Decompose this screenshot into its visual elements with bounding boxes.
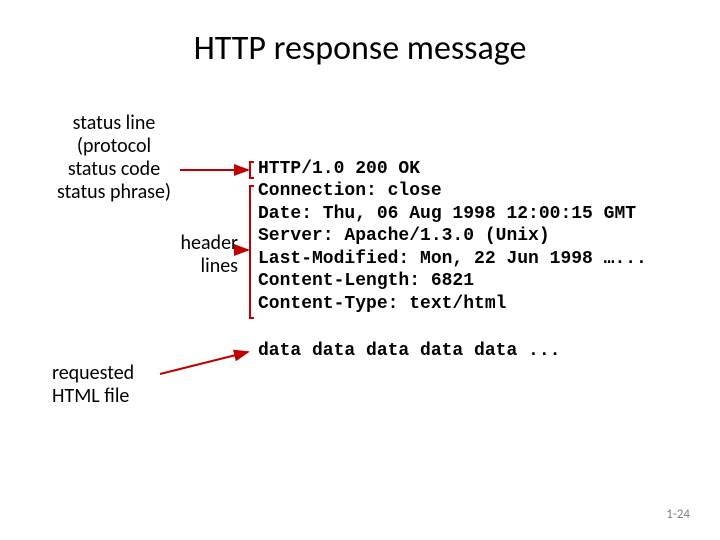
http-headers: Connection: close Date: Thu, 06 Aug 1998… (258, 180, 647, 315)
http-status-line: HTTP/1.0 200 OK (258, 158, 420, 181)
title-strong: HTTP response (194, 28, 400, 69)
slide-title: HTTP response message (0, 28, 720, 69)
label-requested-file: requested HTML file (52, 362, 192, 408)
label-header-lines: header lines (88, 232, 238, 278)
page-number: 1-24 (666, 507, 690, 522)
label-status-line: status line (protocol status code status… (40, 112, 188, 204)
http-body: data data data data data ... (258, 340, 560, 363)
title-light: message (399, 28, 526, 69)
